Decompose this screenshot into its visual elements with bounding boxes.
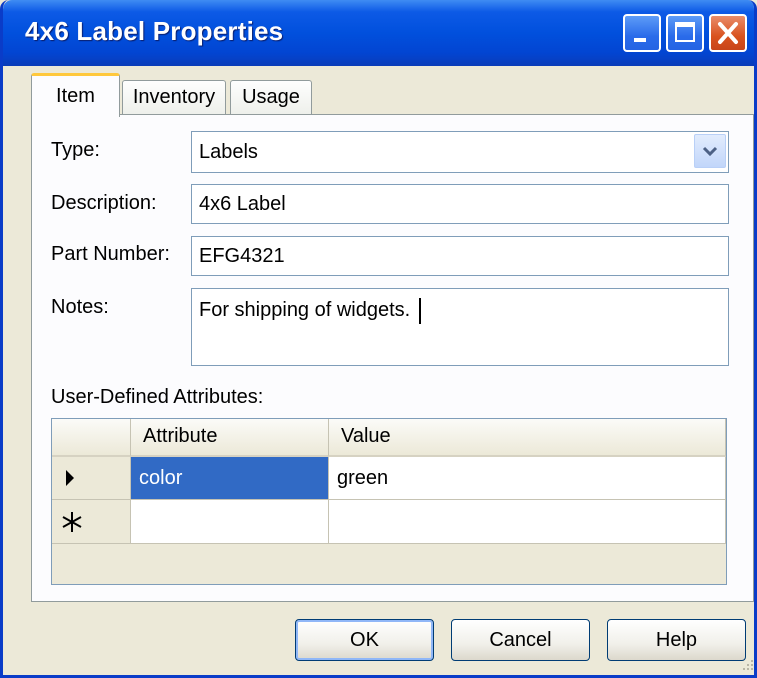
user-defined-attributes-label: User-Defined Attributes:: [51, 386, 264, 408]
maximize-button[interactable]: [666, 14, 704, 52]
type-dropdown-value: Labels: [199, 141, 258, 163]
cancel-button[interactable]: Cancel: [451, 619, 590, 661]
cell-value-text: green: [337, 467, 389, 489]
text-cursor: [419, 298, 421, 324]
column-header-attribute[interactable]: Attribute: [131, 419, 329, 457]
minimize-button[interactable]: [623, 14, 661, 52]
close-button[interactable]: [709, 14, 747, 52]
tab-inventory[interactable]: Inventory: [122, 80, 226, 114]
resize-grip-icon[interactable]: [739, 656, 755, 672]
part-number-field[interactable]: EFG4321: [191, 236, 729, 276]
row-header-new[interactable]: [52, 500, 131, 544]
title-bar[interactable]: 4x6 Label Properties: [3, 0, 754, 66]
maximize-icon: [675, 22, 695, 42]
type-dropdown[interactable]: Labels: [191, 131, 729, 173]
notes-label: Notes:: [51, 296, 109, 318]
column-header-attribute-label: Attribute: [143, 425, 218, 447]
notes-value: For shipping of widgets.: [199, 299, 411, 321]
ok-button[interactable]: OK: [295, 619, 434, 661]
cell-value-new-row[interactable]: [329, 500, 726, 544]
cell-attribute-row-1[interactable]: color: [131, 457, 329, 500]
cell-value-row-1[interactable]: green: [329, 457, 726, 500]
description-label: Description:: [51, 192, 157, 214]
tab-item-label: Item: [56, 85, 95, 107]
new-row-asterisk-icon: [62, 512, 82, 532]
tab-usage[interactable]: Usage: [230, 80, 312, 114]
description-value: 4x6 Label: [199, 193, 286, 215]
current-row-arrow-icon: [66, 470, 74, 486]
chevron-down-icon: [702, 146, 718, 157]
cell-attribute-new-row[interactable]: [131, 500, 329, 544]
description-field[interactable]: 4x6 Label: [191, 184, 729, 224]
column-header-value-label: Value: [341, 425, 391, 447]
cell-attribute-text: color: [139, 467, 183, 489]
notes-textarea[interactable]: For shipping of widgets.: [191, 288, 729, 366]
attributes-grid[interactable]: Attribute Value color green: [51, 418, 727, 585]
part-number-value: EFG4321: [199, 245, 285, 267]
dropdown-button[interactable]: [694, 134, 726, 168]
minimize-icon: [634, 38, 646, 42]
properties-dialog: 4x6 Label Properties Item Inventory Usag…: [0, 0, 757, 678]
row-header-1[interactable]: [52, 457, 131, 500]
tab-inventory-label: Inventory: [132, 86, 216, 108]
tab-item[interactable]: Item: [31, 73, 120, 117]
part-number-label: Part Number:: [51, 243, 170, 265]
window-title: 4x6 Label Properties: [25, 16, 284, 46]
column-header-value[interactable]: Value: [329, 419, 726, 457]
grid-corner-header: [52, 419, 131, 457]
close-icon: [718, 22, 738, 44]
type-label: Type:: [51, 139, 100, 161]
tab-usage-label: Usage: [242, 86, 300, 108]
help-button[interactable]: Help: [607, 619, 746, 661]
